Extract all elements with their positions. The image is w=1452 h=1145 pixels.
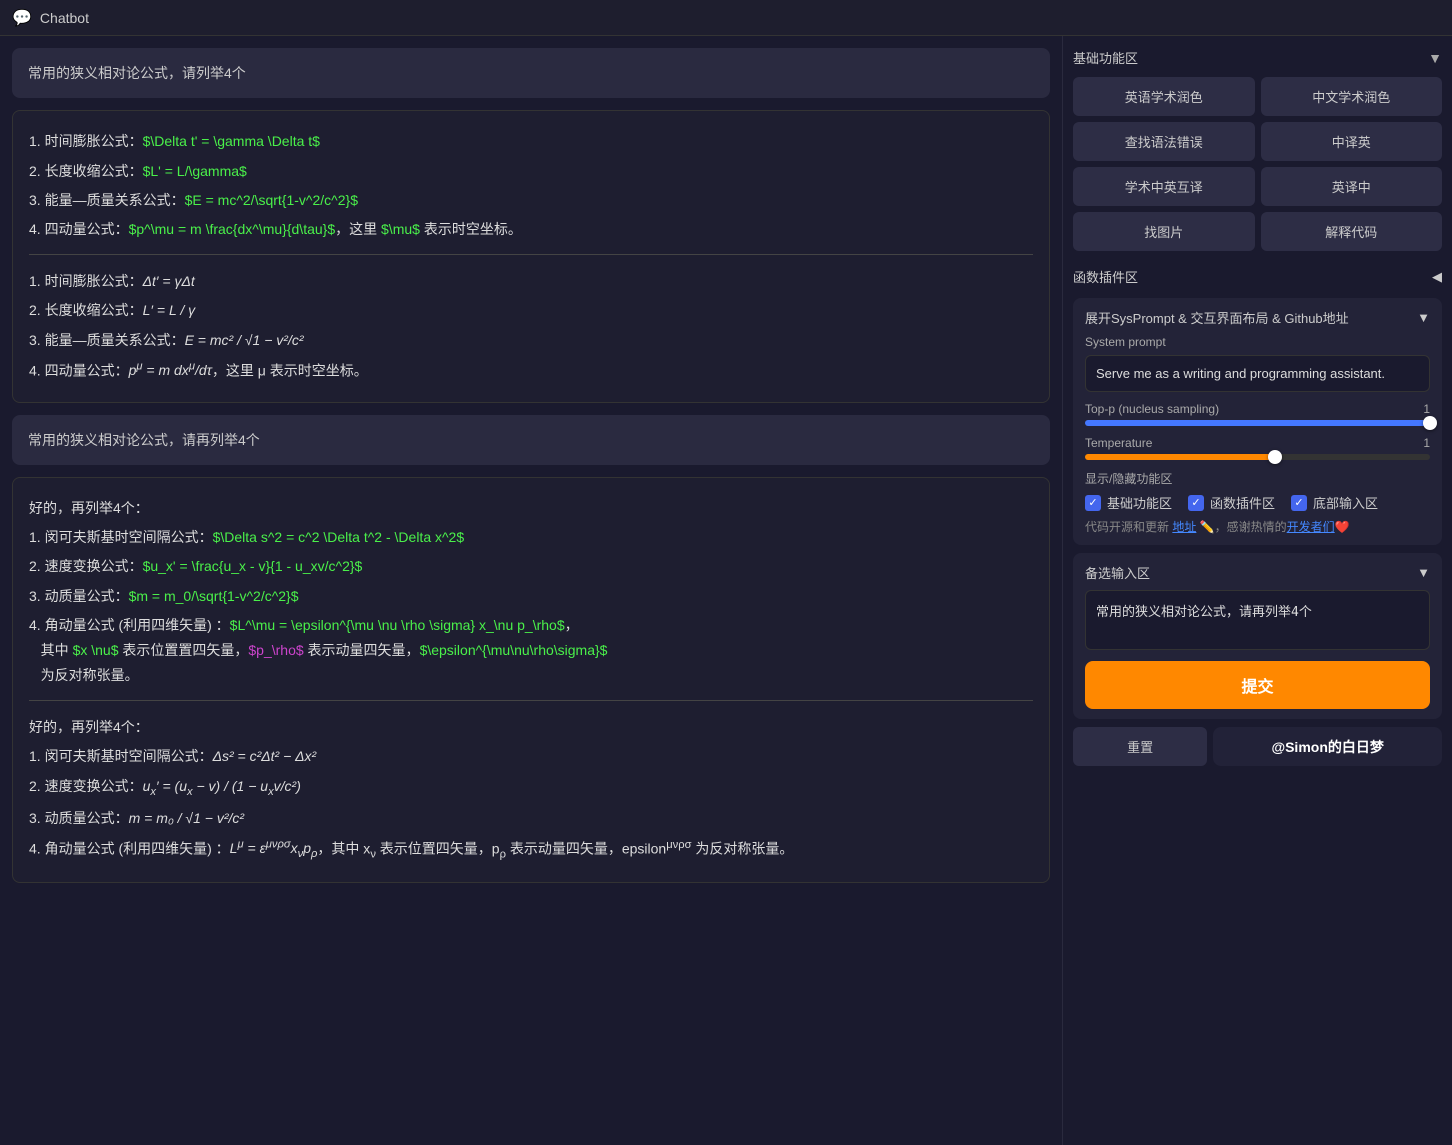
watermark-text: @Simon的白日梦	[1271, 737, 1383, 757]
reset-button[interactable]: 重置	[1073, 727, 1207, 766]
system-prompt-label: System prompt	[1085, 335, 1430, 349]
user-message-2: 常用的狭义相对论公式，请再列举4个	[12, 415, 1050, 465]
visibility-section: 显示/隐藏功能区 ✓ 基础功能区 ✓ 函数插件区 ✓ 底部输入区	[1085, 470, 1430, 512]
formula-green: $m = m_0/\sqrt{1-v^2/c^2}$	[129, 588, 299, 604]
system-prompt-box: Serve me as a writing and programming as…	[1085, 355, 1430, 392]
alt-input-section: 备选输入区 ▼ 常用的狭义相对论公式，请再列举4个 提交	[1073, 553, 1442, 719]
expand-label: 展开SysPrompt & 交互界面布局 & Github地址	[1085, 308, 1349, 327]
alt-input-textarea[interactable]: 常用的狭义相对论公式，请再列举4个	[1085, 590, 1430, 650]
bottom-row: 重置 @Simon的白日梦	[1073, 727, 1442, 766]
btn-chinese-polish[interactable]: 中文学术润色	[1261, 77, 1443, 116]
user-message-1: 常用的狭义相对论公式，请列举4个	[12, 48, 1050, 98]
btn-explain-code[interactable]: 解释代码	[1261, 212, 1443, 251]
checkbox-input-label: 底部输入区	[1313, 493, 1378, 512]
plugin-label: 函数插件区	[1073, 267, 1138, 286]
top-p-section: Top-p (nucleus sampling) 1	[1085, 402, 1430, 426]
chat-panel: 常用的狭义相对论公式，请列举4个 1. 时间膨胀公式：$\Delta t' = …	[0, 36, 1062, 1145]
formula-green: $L^\mu = \epsilon^{\mu \nu \rho \sigma} …	[230, 617, 565, 633]
formula-green: $\Delta t' = \gamma \Delta t$	[143, 133, 320, 149]
alt-input-arrow: ▼	[1417, 565, 1430, 580]
chat-icon: 💬	[12, 8, 32, 28]
temperature-thumb[interactable]	[1268, 450, 1282, 464]
temperature-label: Temperature	[1085, 436, 1152, 450]
temperature-section: Temperature 1	[1085, 436, 1430, 460]
formula-line: 2. 长度收缩公式：$L' = L/\gamma$	[29, 159, 1033, 184]
top-bar: 💬 Chatbot	[0, 0, 1452, 36]
expand-section: 展开SysPrompt & 交互界面布局 & Github地址 ▼ System…	[1073, 298, 1442, 545]
basic-section-header: 基础功能区 ▼	[1073, 46, 1442, 69]
checkbox-input-box[interactable]: ✓	[1291, 495, 1307, 511]
checkbox-plugin-label: 函数插件区	[1210, 493, 1275, 512]
formula-green: $\Delta s^2 = c^2 \Delta t^2 - \Delta x^…	[213, 529, 465, 545]
basic-section-label: 基础功能区	[1073, 48, 1138, 67]
function-buttons: 英语学术润色 中文学术润色 查找语法错误 中译英 学术中英互译 英译中 找图片 …	[1073, 77, 1442, 251]
right-panel: 基础功能区 ▼ 英语学术润色 中文学术润色 查找语法错误 中译英 学术中英互译 …	[1062, 36, 1452, 1145]
temperature-value: 1	[1423, 436, 1430, 450]
user-message-2-text: 常用的狭义相对论公式，请再列举4个	[28, 432, 260, 448]
formula-green: $E = mc^2/\sqrt{1-v^2/c^2}$	[185, 192, 358, 208]
checkbox-plugin-box[interactable]: ✓	[1188, 495, 1204, 511]
checkbox-basic-label: 基础功能区	[1107, 493, 1172, 512]
plugin-arrow: ◀	[1432, 269, 1442, 285]
btn-zh-to-en[interactable]: 中译英	[1261, 122, 1443, 161]
top-p-thumb[interactable]	[1423, 416, 1437, 430]
reset-label: 重置	[1127, 740, 1153, 755]
submit-button[interactable]: 提交	[1085, 661, 1430, 709]
checkbox-plugin[interactable]: ✓ 函数插件区	[1188, 493, 1275, 512]
alt-input-label: 备选输入区	[1085, 563, 1150, 582]
visibility-label: 显示/隐藏功能区	[1085, 470, 1430, 487]
top-p-fill	[1085, 420, 1430, 426]
formula-green: $L' = L/\gamma$	[143, 163, 247, 179]
assistant-message-2: 好的，再列举4个： 1. 闵可夫斯基时空间隔公式：$\Delta s^2 = c…	[12, 477, 1050, 883]
expand-header: 展开SysPrompt & 交互界面布局 & Github地址 ▼	[1085, 308, 1430, 327]
main-layout: 常用的狭义相对论公式，请列举4个 1. 时间膨胀公式：$\Delta t' = …	[0, 36, 1452, 1145]
expand-arrow: ▼	[1417, 310, 1430, 325]
top-p-track[interactable]	[1085, 420, 1430, 426]
watermark-area: @Simon的白日梦	[1213, 727, 1442, 766]
formula-line: 1. 时间膨胀公式：$\Delta t' = \gamma \Delta t$	[29, 129, 1033, 154]
btn-english-polish[interactable]: 英语学术润色	[1073, 77, 1255, 116]
checkbox-row: ✓ 基础功能区 ✓ 函数插件区 ✓ 底部输入区	[1085, 493, 1430, 512]
source-link[interactable]: 地址	[1172, 520, 1196, 534]
checkbox-basic-box[interactable]: ✓	[1085, 495, 1101, 511]
checkbox-input[interactable]: ✓ 底部输入区	[1291, 493, 1378, 512]
checkbox-basic[interactable]: ✓ 基础功能区	[1085, 493, 1172, 512]
temperature-track[interactable]	[1085, 454, 1430, 460]
source-link2[interactable]: 开发者们	[1287, 520, 1335, 534]
formula-line: 4. 四动量公式：$p^\mu = m \frac{dx^\mu}{d\tau}…	[29, 217, 1033, 242]
rendered-formulas: 1. 时间膨胀公式：Δt′ = γΔt 2. 长度收缩公式：L′ = L / γ…	[29, 254, 1033, 383]
rendered-formulas-2: 好的，再列举4个： 1. 闵可夫斯基时空间隔公式：Δs² = c²Δt² − Δ…	[29, 700, 1033, 864]
temperature-fill	[1085, 454, 1275, 460]
source-text: 代码开源和更新	[1085, 520, 1169, 534]
plugin-section-header: 函数插件区 ◀	[1073, 263, 1442, 290]
user-message-1-text: 常用的狭义相对论公式，请列举4个	[28, 65, 246, 81]
btn-find-image[interactable]: 找图片	[1073, 212, 1255, 251]
basic-section-arrow: ▼	[1428, 50, 1442, 66]
top-p-value: 1	[1423, 402, 1430, 416]
btn-en-to-zh[interactable]: 英译中	[1261, 167, 1443, 206]
formula-green: $p^\mu = m \frac{dx^\mu}{d\tau}$	[129, 221, 336, 237]
app-title: Chatbot	[40, 10, 89, 26]
assistant-message-1: 1. 时间膨胀公式：$\Delta t' = \gamma \Delta t$ …	[12, 110, 1050, 402]
source-line: 代码开源和更新 地址 ✏️，感谢热情的开发者们❤️	[1085, 518, 1430, 535]
alt-input-header: 备选输入区 ▼	[1085, 563, 1430, 582]
formula-line: 3. 能量—质量关系公式：$E = mc^2/\sqrt{1-v^2/c^2}$	[29, 188, 1033, 213]
btn-grammar-check[interactable]: 查找语法错误	[1073, 122, 1255, 161]
top-p-label: Top-p (nucleus sampling)	[1085, 402, 1219, 416]
heart-icon: ❤️	[1335, 520, 1350, 534]
btn-academic-translate[interactable]: 学术中英互译	[1073, 167, 1255, 206]
formula-green: $u_x' = \frac{u_x - v}{1 - u_xv/c^2}$	[143, 558, 363, 574]
